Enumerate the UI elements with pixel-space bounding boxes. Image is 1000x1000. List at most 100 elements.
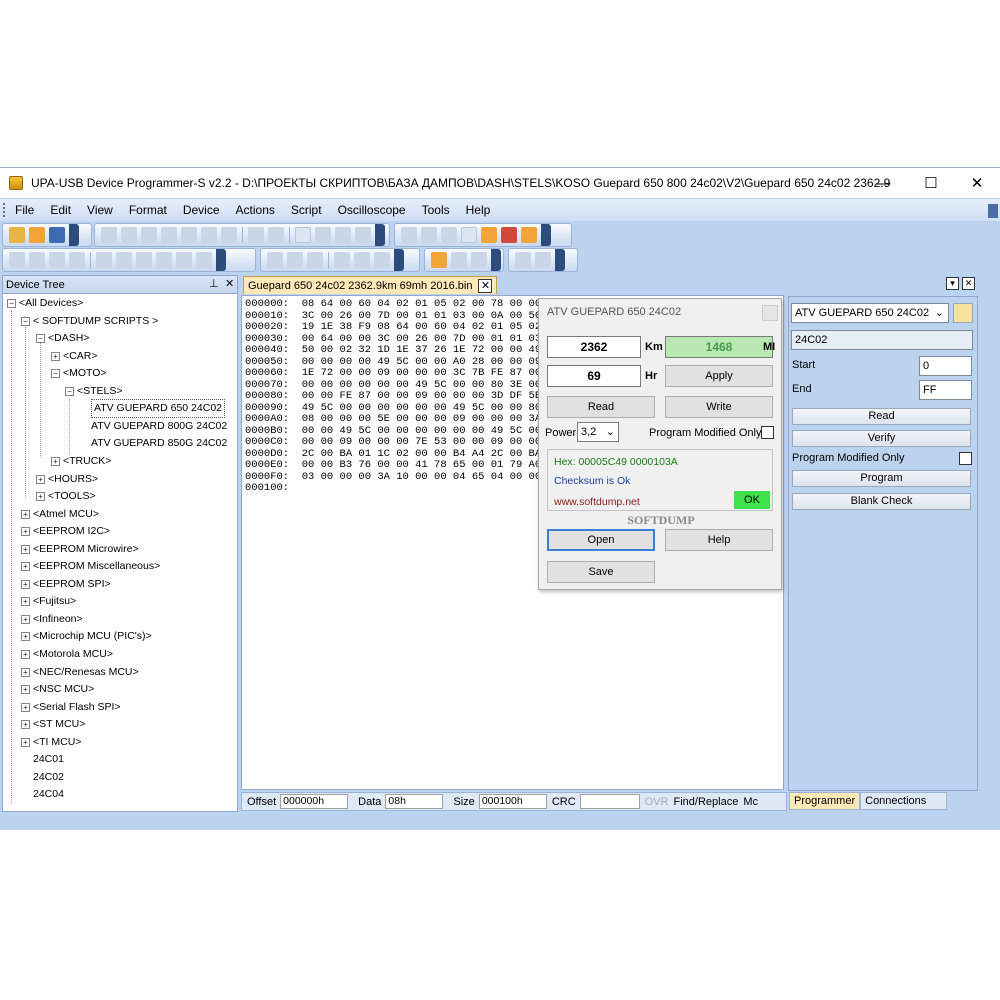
move-icon[interactable] — [29, 252, 45, 268]
hex-row[interactable]: 000100: — [245, 482, 289, 494]
collapse-icon[interactable]: − — [21, 316, 30, 326]
verify-button[interactable]: Verify — [792, 430, 971, 447]
edit-icon[interactable] — [461, 227, 477, 243]
next-icon[interactable] — [136, 252, 152, 268]
file-tab[interactable]: Guepard 650 24c02 2362.9km 69mh 2016.bin… — [243, 276, 498, 294]
tree-node[interactable]: + <CAR> — [51, 348, 97, 365]
tree-node[interactable]: + <Serial Flash SPI> — [21, 699, 121, 716]
menu-format[interactable]: Format — [121, 203, 175, 217]
dialog-open-button[interactable]: Open — [547, 529, 655, 551]
stop-icon[interactable] — [535, 252, 551, 268]
tree-node[interactable]: + <NEC/Renesas MCU> — [21, 664, 139, 681]
expand-icon[interactable]: + — [21, 509, 30, 519]
chip-read-icon[interactable] — [401, 227, 417, 243]
toolbar-dropdown-icon[interactable] — [541, 224, 551, 246]
play-icon[interactable] — [515, 252, 531, 268]
website-link[interactable]: www.softdump.net — [554, 496, 640, 508]
tree-node[interactable]: + <Fujitsu> — [21, 593, 76, 610]
tree-node[interactable]: + <EEPROM Microwire> — [21, 541, 139, 558]
hex-row[interactable]: 0000B0: 00 00 49 5C 00 00 00 00 00 00 49… — [245, 425, 560, 437]
zoom-icon[interactable] — [451, 252, 467, 268]
toolbar-dropdown-icon[interactable] — [555, 249, 565, 271]
prev-icon[interactable] — [116, 252, 132, 268]
dialog-write-button[interactable]: Write — [665, 396, 773, 418]
fill-icon[interactable] — [315, 227, 331, 243]
document-icon[interactable] — [295, 227, 311, 243]
menu-oscilloscope[interactable]: Oscilloscope — [330, 203, 414, 217]
expand-icon[interactable]: + — [21, 632, 30, 642]
hex-row[interactable]: 000030: 00 64 00 00 3C 00 26 00 7D 00 01… — [245, 333, 560, 345]
minimize-button[interactable]: — — [860, 168, 906, 198]
km-field[interactable]: 2362 — [547, 336, 641, 358]
cross-icon[interactable] — [49, 252, 65, 268]
expand-icon[interactable]: + — [21, 579, 30, 589]
checksum-icon[interactable] — [335, 227, 351, 243]
expand-icon[interactable]: + — [21, 562, 30, 572]
start-input[interactable]: 0 — [919, 356, 972, 376]
expand-icon[interactable]: + — [21, 720, 30, 730]
hex-row[interactable]: 000000: 08 64 00 60 04 02 01 05 02 00 78… — [245, 298, 560, 310]
hex-row[interactable]: 0000F0: 03 00 00 00 3A 10 00 00 04 65 04… — [245, 471, 560, 483]
menu-device[interactable]: Device — [175, 203, 228, 217]
new-file-icon[interactable] — [9, 227, 25, 243]
hex-row[interactable]: 0000C0: 00 00 09 00 00 00 7E 53 00 00 09… — [245, 436, 560, 448]
dialog-read-button[interactable]: Read — [547, 396, 655, 418]
close-window-button[interactable]: ✕ — [954, 168, 1000, 198]
tree-node[interactable]: + <TOOLS> — [36, 488, 96, 505]
dialog-help-button[interactable]: Help — [665, 529, 773, 551]
save-disk-icon[interactable] — [49, 227, 65, 243]
hr-field[interactable]: 69 — [547, 365, 641, 387]
cut-icon[interactable] — [141, 227, 157, 243]
view-4-icon[interactable] — [334, 252, 350, 268]
expand-icon[interactable]: + — [21, 597, 30, 607]
tree-node[interactable]: + <NSC MCU> — [21, 681, 94, 698]
tree-node[interactable]: − <MOTO> — [51, 365, 107, 382]
last-icon[interactable] — [156, 252, 172, 268]
expand-icon[interactable]: + — [51, 456, 60, 466]
expand-icon[interactable]: + — [51, 351, 60, 361]
view-3-icon[interactable] — [307, 252, 323, 268]
view-5-icon[interactable] — [354, 252, 370, 268]
target-icon[interactable] — [69, 252, 85, 268]
expand-icon[interactable]: + — [21, 527, 30, 537]
menu-tools[interactable]: Tools — [414, 203, 458, 217]
hex-row[interactable]: 000080: 00 00 FE 87 00 00 09 00 00 00 3D… — [245, 390, 560, 402]
panel-close-icon[interactable]: ✕ — [962, 277, 975, 290]
toolbar-dropdown-icon[interactable] — [394, 249, 404, 271]
tree-node[interactable]: + <TI MCU> — [21, 734, 81, 751]
tree-node[interactable]: − <DASH> — [36, 330, 89, 347]
tree-node[interactable]: 24C01 — [33, 751, 64, 768]
menu-script[interactable]: Script — [283, 203, 330, 217]
chip-write-icon[interactable] — [421, 227, 437, 243]
tree-node[interactable]: 24C04 — [33, 786, 64, 803]
menu-help[interactable]: Help — [458, 203, 499, 217]
blank-check-button[interactable]: Blank Check — [792, 493, 971, 510]
power-select[interactable]: 3,2 ⌄ — [577, 422, 619, 442]
menu-edit[interactable]: Edit — [42, 203, 79, 217]
tree-node[interactable]: + <Microchip MCU (PIC's)> — [21, 628, 152, 645]
tree-node[interactable]: − <All Devices> — [7, 295, 83, 312]
redo-icon[interactable] — [121, 227, 137, 243]
expand-icon[interactable]: + — [21, 650, 30, 659]
tree-node[interactable]: + <EEPROM I2C> — [21, 523, 110, 540]
collapse-icon[interactable]: − — [51, 369, 60, 379]
measure-icon[interactable] — [471, 252, 487, 268]
paste-icon[interactable] — [181, 227, 197, 243]
menubar-overflow-icon[interactable] — [988, 204, 998, 218]
hex-row[interactable]: 000050: 00 00 00 00 49 5C 00 00 A0 28 00… — [245, 356, 560, 368]
close-panel-icon[interactable]: ✕ — [225, 277, 234, 290]
grid-icon[interactable] — [441, 227, 457, 243]
apply-button[interactable]: Apply — [665, 365, 773, 387]
pin-icon[interactable]: ⊥ — [209, 277, 219, 290]
dialog-close-button[interactable] — [762, 305, 778, 321]
ok-button[interactable]: OK — [734, 491, 770, 509]
sigma-icon[interactable] — [521, 227, 537, 243]
menu-actions[interactable]: Actions — [228, 203, 283, 217]
find-icon[interactable] — [248, 227, 264, 243]
tree-node[interactable]: + <Motorola MCU> — [21, 646, 113, 663]
toolbar-dropdown-icon[interactable] — [375, 224, 385, 246]
read-button[interactable]: Read — [792, 408, 971, 425]
bug-icon[interactable] — [501, 227, 517, 243]
expand-icon[interactable]: + — [36, 474, 45, 484]
device-browse-icon[interactable] — [953, 303, 973, 323]
